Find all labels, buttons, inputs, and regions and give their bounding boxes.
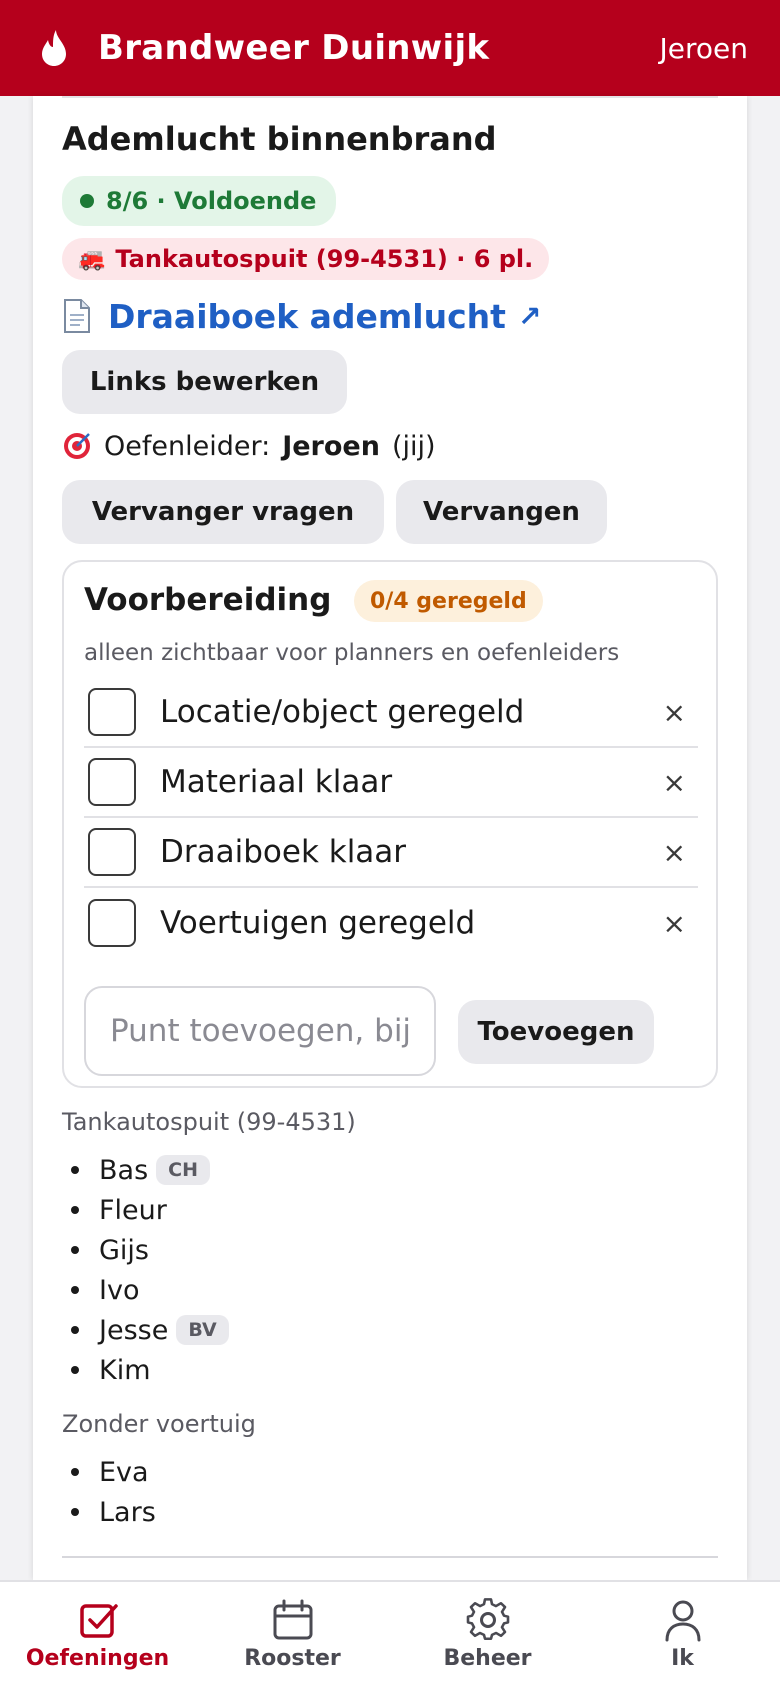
list-item: Jesse BV: [62, 1310, 229, 1350]
remove-icon[interactable]: ×: [663, 836, 686, 869]
remove-icon[interactable]: ×: [663, 696, 686, 729]
status-dot-icon: [80, 194, 94, 208]
crew-name: Bas: [99, 1154, 149, 1186]
list-item: Bas CH: [62, 1150, 229, 1190]
checkbox-icon: [79, 1604, 118, 1638]
exercise-card: Ademlucht binnenbrand 8/6 · Voldoende 🚒 …: [33, 96, 747, 1580]
leader-label: Oefenleider:: [104, 430, 271, 462]
fire-truck-icon: 🚒: [78, 246, 106, 272]
exercise-title: Ademlucht binnenbrand: [62, 120, 497, 158]
list-item: Eva: [62, 1452, 156, 1492]
preparation-subtitle: alleen zichtbaar voor planners en oefenl…: [84, 640, 620, 666]
bottom-nav: Oefeningen Rooster Beheer Ik: [0, 1580, 780, 1688]
crew-name: Ivo: [99, 1274, 140, 1306]
flame-icon: [42, 30, 66, 66]
list-item: Ivo: [62, 1270, 229, 1310]
replace-button[interactable]: Vervangen: [396, 480, 607, 544]
vehicle-text: Tankautospuit (99-4531) · 6 pl.: [115, 245, 534, 273]
ask-replacement-button[interactable]: Vervanger vragen: [62, 480, 384, 544]
bullet: [71, 1286, 79, 1294]
target-icon: [64, 433, 90, 459]
preparation-panel: Voorbereiding 0/4 geregeld alleen zichtb…: [62, 560, 718, 1088]
preparation-progress-badge: 0/4 geregeld: [354, 580, 543, 622]
add-item-button[interactable]: Toevoegen: [458, 1000, 654, 1064]
vehicle-group-label: Tankautospuit (99-4531): [62, 1108, 356, 1136]
bullet: [71, 1206, 79, 1214]
app-header: Brandweer Duinwijk Jeroen: [0, 0, 780, 96]
edit-links-button[interactable]: Links bewerken: [62, 350, 347, 414]
checklist-label: Draaiboek klaar: [160, 834, 407, 870]
checklist-label: Locatie/object geregeld: [160, 694, 525, 730]
status-badge: 8/6 · Voldoende: [62, 176, 337, 226]
vehicle-badge: 🚒 Tankautospuit (99-4531) · 6 pl.: [62, 238, 550, 280]
divider: [62, 96, 718, 98]
bullet: [71, 1166, 79, 1174]
external-link-icon: ↗: [517, 299, 542, 333]
role-badge: BV: [176, 1315, 229, 1345]
bullet: [71, 1246, 79, 1254]
checklist-checkbox[interactable]: [88, 758, 136, 806]
gear-icon: [466, 1598, 509, 1640]
nav-item-beheer[interactable]: Beheer: [390, 1582, 585, 1688]
checklist-label: Voertuigen geregeld: [160, 905, 476, 941]
bullet: [71, 1468, 79, 1476]
list-item: Fleur: [62, 1190, 229, 1230]
crew-name: Jesse: [99, 1314, 169, 1346]
leader-name: Jeroen: [282, 430, 380, 462]
draaiboek-link-label: Draaiboek ademlucht: [108, 296, 506, 336]
app-title: Brandweer Duinwijk: [98, 28, 490, 68]
crew-name: Eva: [99, 1456, 149, 1488]
checklist-checkbox[interactable]: [88, 828, 136, 876]
nav-item-oefeningen[interactable]: Oefeningen: [0, 1582, 195, 1688]
nav-label: Rooster: [244, 1646, 341, 1671]
checklist-label: Materiaal klaar: [160, 764, 393, 800]
leader-suffix: (jij): [391, 430, 436, 462]
list-item: Kim: [62, 1350, 229, 1390]
remove-icon[interactable]: ×: [663, 907, 686, 940]
crew-name: Kim: [99, 1354, 151, 1386]
user-menu[interactable]: Jeroen: [660, 32, 748, 65]
list-item: Lars: [62, 1492, 156, 1532]
nav-label: Ik: [671, 1646, 694, 1671]
exercise-leader: Oefenleider: Jeroen (jij): [62, 426, 436, 466]
nav-label: Beheer: [443, 1646, 532, 1671]
checklist-item: Voertuigen geregeld ×: [84, 888, 698, 958]
bullet: [71, 1508, 79, 1516]
nav-item-rooster[interactable]: Rooster: [195, 1582, 390, 1688]
status-text: 8/6 · Voldoende: [106, 187, 317, 215]
no-vehicle-group-label: Zonder voertuig: [62, 1410, 256, 1438]
nav-item-ik[interactable]: Ik: [585, 1582, 780, 1688]
draaiboek-link[interactable]: Draaiboek ademlucht ↗: [62, 292, 541, 340]
bullet: [71, 1326, 79, 1334]
document-icon: [64, 299, 90, 333]
calendar-icon: [273, 1599, 312, 1640]
crew-name: Fleur: [99, 1194, 167, 1226]
crew-name: Lars: [99, 1496, 156, 1528]
no-vehicle-crew-list: Eva Lars: [62, 1452, 156, 1532]
checklist-checkbox[interactable]: [88, 688, 136, 736]
checklist-item: Locatie/object geregeld ×: [84, 678, 698, 748]
bullet: [71, 1366, 79, 1374]
person-icon: [665, 1600, 700, 1642]
nav-label: Oefeningen: [25, 1646, 170, 1671]
remove-icon[interactable]: ×: [663, 766, 686, 799]
add-item-input[interactable]: [84, 986, 436, 1076]
list-item: Gijs: [62, 1230, 229, 1270]
checklist-checkbox[interactable]: [88, 899, 136, 947]
crew-name: Gijs: [99, 1234, 149, 1266]
preparation-title: Voorbereiding: [84, 582, 332, 618]
checklist-item: Draaiboek klaar ×: [84, 818, 698, 888]
role-badge: CH: [156, 1155, 210, 1185]
divider: [62, 1556, 718, 1558]
checklist-item: Materiaal klaar ×: [84, 748, 698, 818]
vehicle-crew-list: Bas CH Fleur Gijs Ivo Jesse BV Kim: [62, 1150, 229, 1390]
